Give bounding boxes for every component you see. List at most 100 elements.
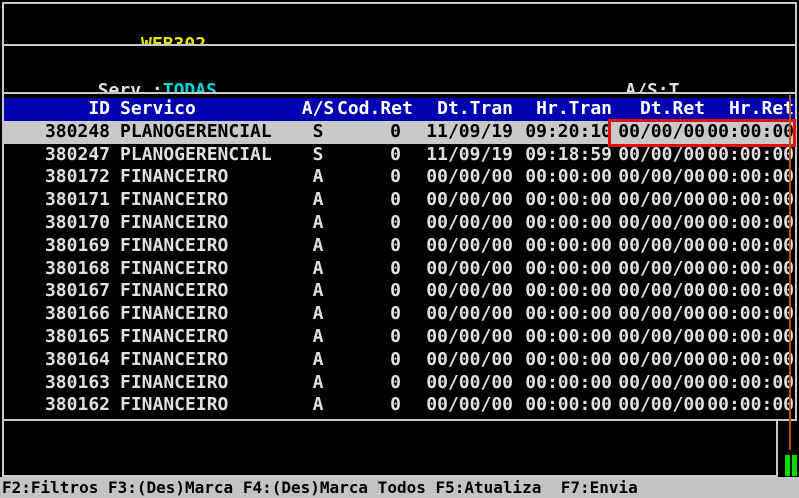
cell-id: 380164 [4,349,112,372]
table-row[interactable]: 380172 FINANCEIRO A 0 00/00/00 00:00:00 … [4,166,795,189]
table-row[interactable]: 380247 PLANOGERENCIAL S 0 11/09/19 09:18… [4,144,795,167]
scrollbar-track[interactable] [789,95,791,450]
cell-servico: PLANOGERENCIAL [112,144,299,167]
cell-codret: 0 [337,349,415,372]
cell-codret: 0 [337,280,415,303]
table-row[interactable]: 380169 FINANCEIRO A 0 00/00/00 00:00:00 … [4,235,795,258]
cell-hrret: 00:00:00 [707,372,795,395]
cell-hrret: 00:00:00 [707,166,795,189]
cell-codret: 0 [337,394,415,417]
cell-dtret: 00/00/00 [615,394,707,417]
cell-dtret: 00/00/00 [615,349,707,372]
cell-id: 380172 [4,166,112,189]
cell-as: A [299,235,337,258]
log-table: ID Servico A/S Cod.Ret Dt.Tran Hr.Tran D… [4,94,795,417]
cell-codret: 0 [337,189,415,212]
cell-id: 380248 [4,121,112,144]
cell-servico: FINANCEIRO [112,303,299,326]
cell-hrret: 00:00:00 [707,235,795,258]
cell-id: 380162 [4,394,112,417]
cell-hrret: 00:00:00 [707,326,795,349]
detail-box: Cod.Ret:0Descr.:000000000000000000000000… [2,419,778,477]
title-box: WEB302 PROCESSAMENTOS DOS LOGS - NOVO AV… [2,2,797,46]
table-row[interactable]: 380166 FINANCEIRO A 0 00/00/00 00:00:00 … [4,303,795,326]
table-row-selected[interactable]: 380248 PLANOGERENCIAL S 0 11/09/19 09:20… [4,121,795,144]
cell-as: A [299,326,337,349]
cell-dttran: 00/00/00 [415,280,517,303]
cell-hrtran: 00:00:00 [517,326,615,349]
cell-id: 380166 [4,303,112,326]
cell-as: S [299,144,337,167]
log-table-box: ID Servico A/S Cod.Ret Dt.Tran Hr.Tran D… [2,92,797,421]
cursor-block-icon [792,455,797,476]
cell-dttran: 00/00/00 [415,349,517,372]
cell-id: 380163 [4,372,112,395]
col-header-servico: Servico [112,98,299,121]
col-header-hrtran: Hr.Tran [517,98,615,121]
cell-hrtran: 00:00:00 [517,349,615,372]
cell-hrret: 00:00:00 [707,349,795,372]
table-row[interactable]: 380167 FINANCEIRO A 0 00/00/00 00:00:00 … [4,280,795,303]
table-header-row: ID Servico A/S Cod.Ret Dt.Tran Hr.Tran D… [4,98,795,121]
cell-codret: 0 [337,235,415,258]
cell-dttran: 00/00/00 [415,303,517,326]
cell-servico: FINANCEIRO [112,394,299,417]
cell-hrret: 00:00:00 [707,212,795,235]
cell-as: A [299,258,337,281]
cell-servico: FINANCEIRO [112,258,299,281]
cell-id: 380171 [4,189,112,212]
table-row[interactable]: 380170 FINANCEIRO A 0 00/00/00 00:00:00 … [4,212,795,235]
cell-hrtran: 00:00:00 [517,280,615,303]
cell-dttran: 00/00/00 [415,258,517,281]
cell-hrret: 00:00:00 [707,121,795,144]
cell-dtret: 00/00/00 [615,144,707,167]
table-row[interactable]: 380165 FINANCEIRO A 0 00/00/00 00:00:00 … [4,326,795,349]
table-row[interactable]: 380163 FINANCEIRO A 0 00/00/00 00:00:00 … [4,372,795,395]
cell-codret: 0 [337,121,415,144]
cell-dttran: 11/09/19 [415,121,517,144]
cell-servico: FINANCEIRO [112,235,299,258]
cell-as: A [299,212,337,235]
filter-box: Serv.:TODAS A/S:T Dt.Tr:99/99/99 Dt.Rt:0… [2,44,797,94]
cell-hrtran: 00:00:00 [517,166,615,189]
col-header-as: A/S [299,98,337,121]
cell-servico: FINANCEIRO [112,166,299,189]
cell-servico: PLANOGERENCIAL [112,121,299,144]
table-row[interactable]: 380168 FINANCEIRO A 0 00/00/00 00:00:00 … [4,258,795,281]
cell-dtret: 00/00/00 [615,280,707,303]
cell-servico: FINANCEIRO [112,372,299,395]
cell-dttran: 00/00/00 [415,189,517,212]
cell-hrret: 00:00:00 [707,394,795,417]
cell-hrret: 00:00:00 [707,144,795,167]
cell-dttran: 00/00/00 [415,212,517,235]
cell-hrret: 00:00:00 [707,303,795,326]
cell-hrtran: 00:00:00 [517,394,615,417]
cell-codret: 0 [337,372,415,395]
cell-dtret: 00/00/00 [615,166,707,189]
cell-as: S [299,121,337,144]
cell-codret: 0 [337,303,415,326]
cell-dttran: 00/00/00 [415,372,517,395]
cell-dtret: 00/00/00 [615,258,707,281]
cell-as: A [299,394,337,417]
cell-servico: FINANCEIRO [112,212,299,235]
cell-codret: 0 [337,326,415,349]
cell-dttran: 00/00/00 [415,166,517,189]
cell-dttran: 11/09/19 [415,144,517,167]
cell-hrret: 00:00:00 [707,189,795,212]
cell-dtret: 00/00/00 [615,212,707,235]
cell-dtret: 00/00/00 [615,121,707,144]
table-row[interactable]: 380164 FINANCEIRO A 0 00/00/00 00:00:00 … [4,349,795,372]
col-header-codret: Cod.Ret [337,98,415,121]
cell-hrtran: 09:20:10 [517,121,615,144]
cell-hrtran: 09:18:59 [517,144,615,167]
col-header-hrret: Hr.Ret [707,98,795,121]
col-header-dttran: Dt.Tran [415,98,517,121]
cell-id: 380165 [4,326,112,349]
table-row[interactable]: 380162 FINANCEIRO A 0 00/00/00 00:00:00 … [4,394,795,417]
function-key-bar: F2:Filtros F3:(Des)Marca F4:(Des)Marca T… [0,477,799,498]
cell-as: A [299,189,337,212]
cell-hrret: 00:00:00 [707,258,795,281]
table-row[interactable]: 380171 FINANCEIRO A 0 00/00/00 00:00:00 … [4,189,795,212]
cell-dtret: 00/00/00 [615,326,707,349]
